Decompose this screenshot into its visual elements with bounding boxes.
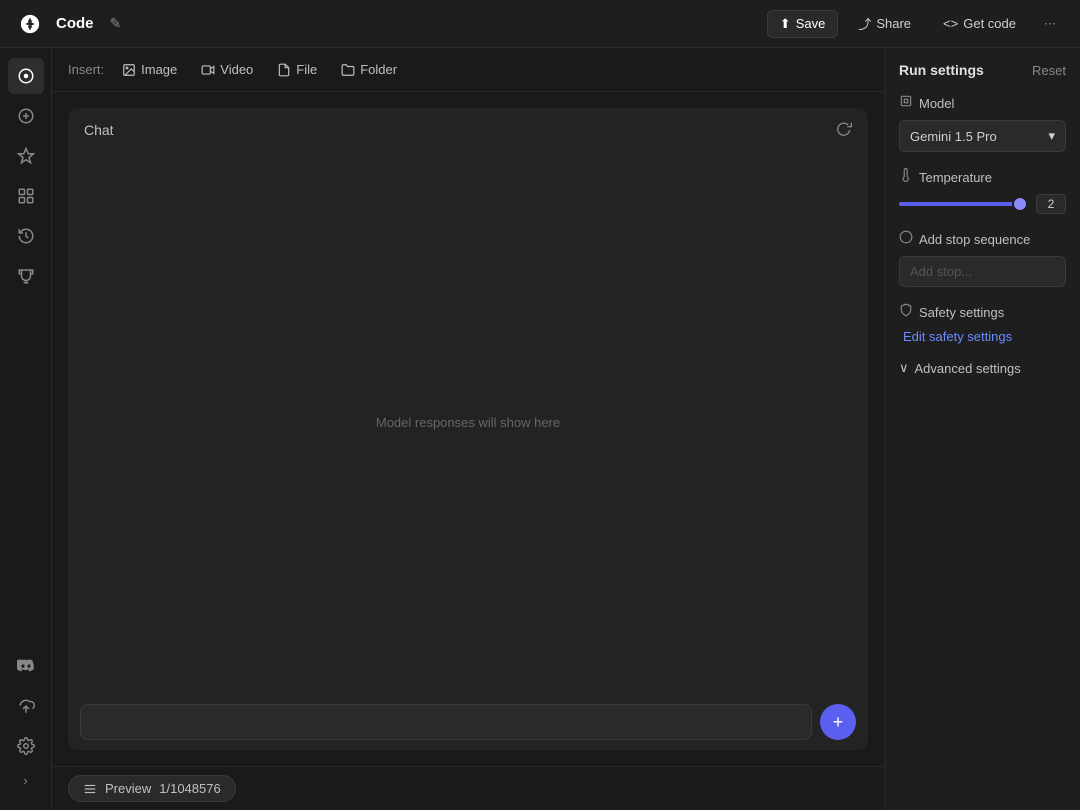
chat-container: Chat Model responses will show here + [52, 92, 884, 766]
save-button[interactable]: ⬆ Save [767, 10, 839, 38]
topbar-logo [16, 10, 44, 38]
run-settings-title: Run settings [899, 62, 984, 78]
chat-placeholder: Model responses will show here [68, 151, 868, 694]
run-settings-panel: Run settings Reset Model Gemini 1.5 Pro … [884, 48, 1080, 810]
chat-input-row: + [68, 694, 868, 750]
chat-box: Chat Model responses will show here + [68, 108, 868, 750]
page-title: Code [56, 15, 94, 32]
stop-sequence-label: Add stop sequence [899, 230, 1066, 248]
more-options-button[interactable]: ⋯ [1036, 10, 1064, 38]
share-icon: ⤴ [858, 14, 871, 33]
sidebar-item-trophy[interactable] [8, 258, 44, 294]
safety-icon [899, 303, 913, 321]
reset-button[interactable]: Reset [1032, 63, 1066, 78]
sidebar-item-settings[interactable] [8, 728, 44, 764]
sidebar-collapse-button[interactable]: › [14, 768, 38, 792]
topbar: Code ✎ ⬆ Save ⤴ Share <> Get code ⋯ [0, 0, 1080, 48]
chat-title: Chat [84, 122, 114, 138]
share-button[interactable]: ⤴ Share [846, 9, 923, 38]
sidebar-item-add[interactable] [8, 98, 44, 134]
sidebar-item-discord[interactable] [8, 648, 44, 684]
run-settings-header: Run settings Reset [899, 62, 1066, 78]
sidebar: › [0, 48, 52, 810]
edit-safety-settings-link[interactable]: Edit safety settings [899, 329, 1066, 344]
model-icon [899, 94, 913, 112]
sidebar-item-upload[interactable] [8, 688, 44, 724]
preview-count: 1/1048576 [159, 781, 220, 796]
temperature-label: Temperature [899, 168, 1066, 186]
stop-sequence-input[interactable] [899, 256, 1066, 287]
advanced-settings-toggle[interactable]: ∨ Advanced settings [899, 360, 1066, 376]
topbar-actions: ⬆ Save ⤴ Share <> Get code ⋯ [767, 9, 1064, 38]
video-icon [201, 63, 215, 77]
safety-label: Safety settings [899, 303, 1066, 321]
image-icon [122, 63, 136, 77]
sidebar-bottom: › [8, 688, 44, 800]
get-code-button[interactable]: <> Get code [931, 11, 1028, 36]
bottom-bar: Preview 1/1048576 [52, 766, 884, 810]
chat-input[interactable] [80, 704, 812, 740]
stop-icon [899, 230, 913, 248]
sidebar-item-models[interactable] [8, 138, 44, 174]
content-area: Insert: Image Video [52, 48, 884, 810]
insert-file-button[interactable]: File [267, 58, 327, 81]
temperature-slider[interactable] [899, 202, 1028, 206]
list-icon [83, 782, 97, 796]
temperature-icon [899, 168, 913, 186]
file-icon [277, 63, 291, 77]
chevron-down-icon-advanced: ∨ [899, 360, 909, 376]
sidebar-item-history[interactable] [8, 218, 44, 254]
chat-refresh-icon[interactable] [836, 120, 852, 139]
stop-sequence-section: Add stop sequence [899, 230, 1066, 287]
preview-pill[interactable]: Preview 1/1048576 [68, 775, 236, 802]
sidebar-item-grid[interactable] [8, 178, 44, 214]
temperature-value: 2 [1036, 194, 1066, 214]
insert-bar: Insert: Image Video [52, 48, 884, 92]
edit-icon[interactable]: ✎ [110, 15, 122, 32]
insert-video-button[interactable]: Video [191, 58, 263, 81]
preview-label: Preview [105, 781, 151, 796]
model-section: Model Gemini 1.5 Pro ▾ [899, 94, 1066, 152]
insert-image-button[interactable]: Image [112, 58, 187, 81]
temperature-row: 2 [899, 194, 1066, 214]
chat-header: Chat [68, 108, 868, 151]
main-layout: › Insert: Image Video [0, 48, 1080, 810]
insert-folder-button[interactable]: Folder [331, 58, 407, 81]
temperature-section: Temperature 2 [899, 168, 1066, 214]
insert-label: Insert: [68, 62, 104, 77]
save-icon: ⬆ [780, 16, 791, 32]
safety-section: Safety settings Edit safety settings [899, 303, 1066, 344]
code-icon: <> [943, 16, 958, 31]
chevron-down-icon: ▾ [1048, 128, 1055, 144]
folder-icon [341, 63, 355, 77]
model-label: Model [899, 94, 1066, 112]
model-dropdown[interactable]: Gemini 1.5 Pro ▾ [899, 120, 1066, 152]
chat-send-button[interactable]: + [820, 704, 856, 740]
sidebar-item-logo[interactable] [8, 58, 44, 94]
